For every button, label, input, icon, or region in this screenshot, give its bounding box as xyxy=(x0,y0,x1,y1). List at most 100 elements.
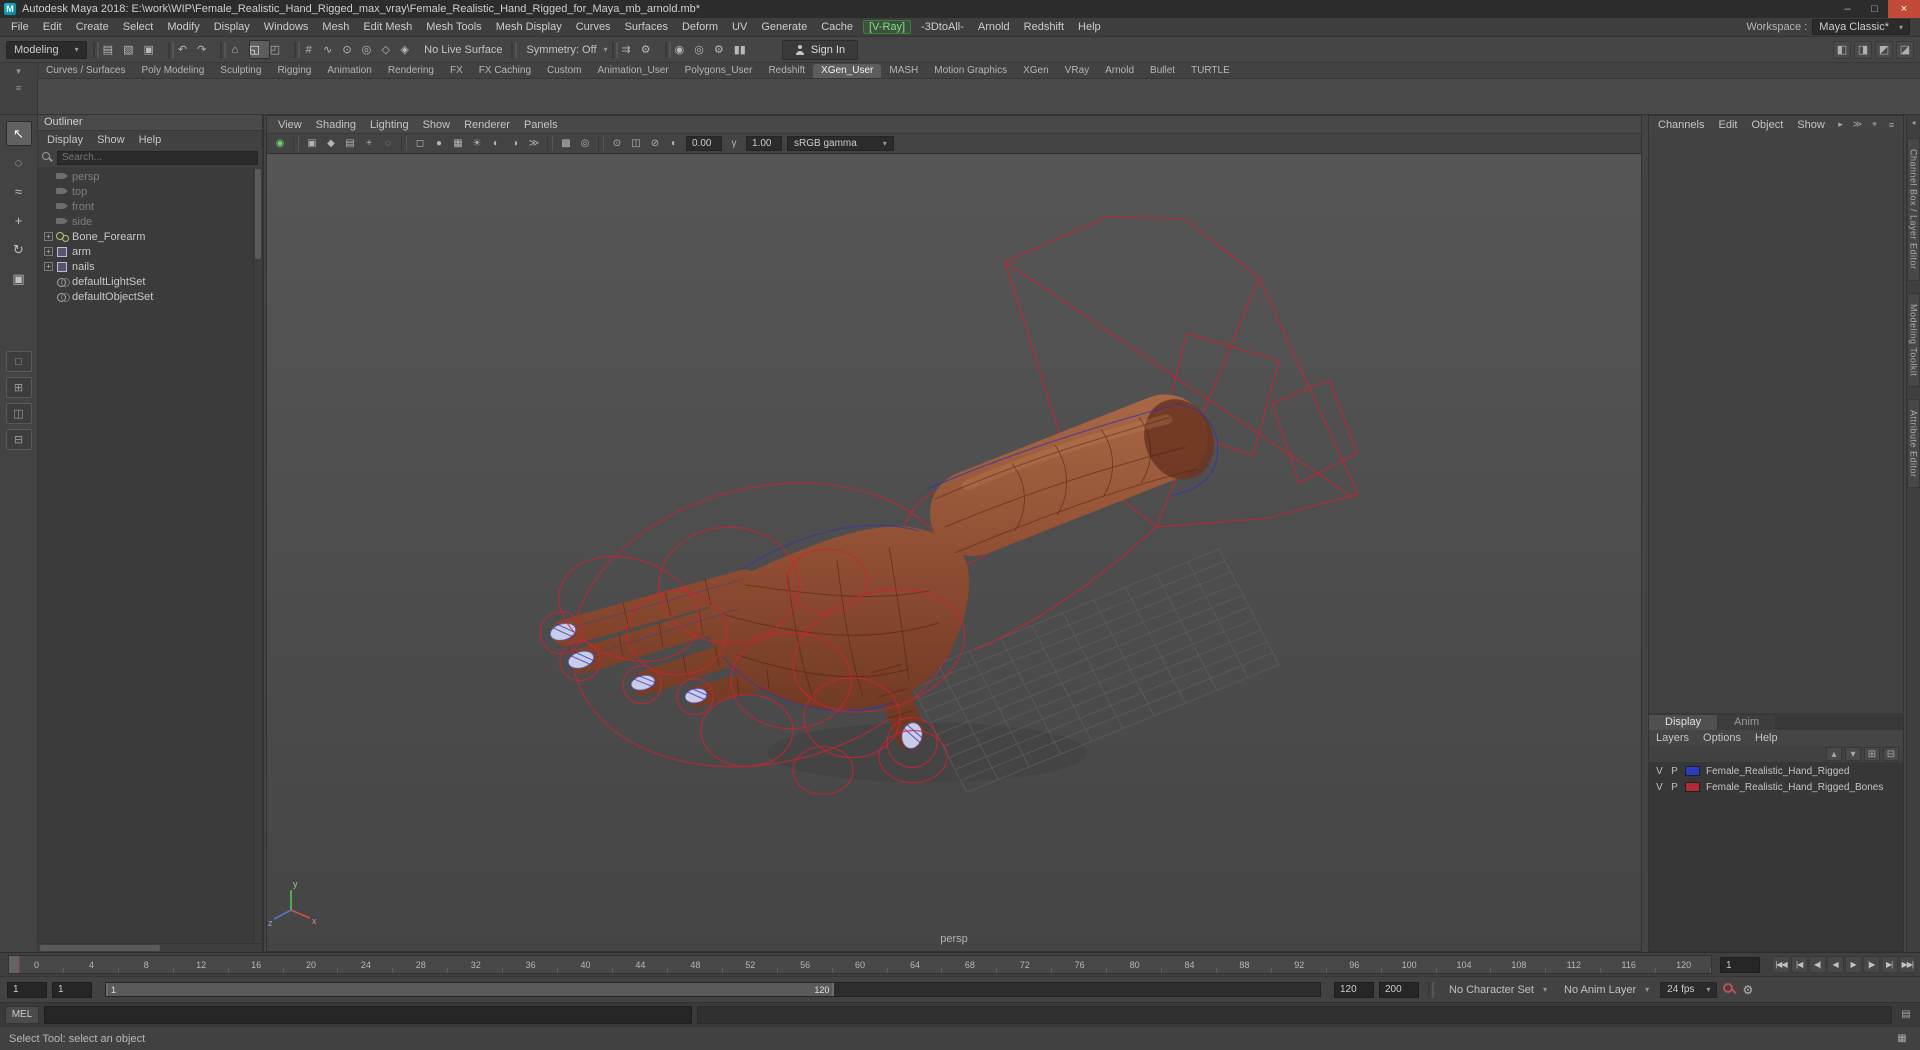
layout-persp-outliner[interactable]: ◫ xyxy=(5,403,32,424)
shelf-tab-mash[interactable]: MASH xyxy=(881,64,926,78)
select-component-icon[interactable]: ◰▾ xyxy=(270,40,290,59)
close-button[interactable]: × xyxy=(1888,0,1920,18)
auto-keyframe-icon[interactable] xyxy=(1722,982,1737,997)
menu-uv[interactable]: UV xyxy=(725,20,754,34)
viewport-menu-item[interactable]: View xyxy=(271,119,309,131)
display-layer-row[interactable]: V P Female_Realistic_Hand_Rigged_Bones xyxy=(1649,779,1903,795)
toggle-attribute-editor-icon[interactable]: ◧ xyxy=(1833,40,1851,59)
joints-xray-icon[interactable]: ⊘ xyxy=(646,135,664,152)
frame-tick[interactable]: 100 xyxy=(1382,956,1437,973)
toggle-tool-settings-icon[interactable]: ◨ xyxy=(1854,40,1872,59)
menu-3dtoall[interactable]: -3DtoAll- xyxy=(914,20,971,34)
depth-of-field-icon[interactable]: ◎ xyxy=(576,135,594,152)
outliner-item-arm[interactable]: + arm xyxy=(38,244,253,259)
sidebar-vertical-tab[interactable]: Channel Box / Layer Editor xyxy=(1907,138,1920,281)
viewport-menu-item[interactable]: Panels xyxy=(517,119,565,131)
play-backwards-button[interactable]: ◀ xyxy=(1826,956,1844,973)
render-settings-icon[interactable]: ⚙▾ xyxy=(714,40,734,59)
menu-display[interactable]: Display xyxy=(207,20,257,34)
menu-surfaces[interactable]: Surfaces xyxy=(618,20,675,34)
layout-single-pane[interactable]: □ xyxy=(5,351,32,372)
menu-deform[interactable]: Deform xyxy=(675,20,725,34)
bookmarks-icon[interactable]: ◆ xyxy=(322,135,340,152)
renderer-status-icon[interactable]: ◉ xyxy=(271,135,289,152)
lasso-select-tool[interactable]: ◌ xyxy=(6,150,32,175)
step-forward-key-button[interactable]: |▶ xyxy=(1862,956,1880,973)
frame-tick[interactable]: 120 xyxy=(1656,956,1712,973)
camera-attributes-icon[interactable]: ▣ xyxy=(303,135,321,152)
outliner-item-nails[interactable]: + nails xyxy=(38,259,253,274)
frame-tick[interactable]: 88 xyxy=(1217,956,1272,973)
outliner-item-bone-forearm[interactable]: + Bone_Forearm xyxy=(38,229,253,244)
menu-cache[interactable]: Cache xyxy=(814,20,860,34)
shelf-tab-options-icon[interactable]: ▾ xyxy=(16,66,21,77)
save-scene-icon[interactable]: ▣▾ xyxy=(143,40,163,59)
viewport-menu-item[interactable]: Lighting xyxy=(363,119,416,131)
sidebar-vertical-tab[interactable]: Modeling Toolkit xyxy=(1907,292,1920,387)
frame-tick[interactable]: 76 xyxy=(1052,956,1108,973)
scrollbar-thumb[interactable] xyxy=(255,169,261,259)
minimize-button[interactable]: – xyxy=(1834,0,1861,18)
menu-redshift[interactable]: Redshift xyxy=(1017,20,1071,34)
frame-tick[interactable]: 116 xyxy=(1601,956,1657,973)
exposure-field[interactable]: 0.00 xyxy=(686,136,722,151)
input-connections-icon[interactable]: ⇉▾ xyxy=(622,40,641,59)
menu-mesh[interactable]: Mesh xyxy=(315,20,356,34)
command-result-area[interactable] xyxy=(697,1005,1892,1024)
play-forwards-button[interactable]: ▶ xyxy=(1844,956,1862,973)
time-slider-track[interactable]: 0 4 8 12 16 20 24 28 32 36 40 44 48 52 56 60 64 68 72 76 80 8… xyxy=(8,955,1712,974)
step-back-frame-button[interactable]: |◀ xyxy=(1790,956,1808,973)
expand-icon[interactable]: + xyxy=(44,247,53,256)
toggle-channel-box-icon[interactable]: ◩ xyxy=(1875,40,1893,59)
layer-playback-toggle[interactable]: P xyxy=(1667,782,1682,793)
sidebar-vertical-tab[interactable]: Attribute Editor xyxy=(1907,398,1920,489)
character-set-dropdown[interactable]: No Character Set ▾ xyxy=(1443,984,1553,996)
outliner-item-top[interactable]: + top xyxy=(38,184,253,199)
frame-tick[interactable]: 40 xyxy=(558,956,613,973)
step-forward-frame-button[interactable]: ▶| xyxy=(1880,956,1898,973)
menu-edit-mesh[interactable]: Edit Mesh xyxy=(356,20,419,34)
frame-tick[interactable]: 16 xyxy=(229,956,284,973)
shelf-tab-vray[interactable]: VRay xyxy=(1057,64,1097,78)
frame-tick[interactable]: 8 xyxy=(119,956,174,973)
channel-speed-slow-icon[interactable]: ▸ xyxy=(1833,118,1848,132)
channel-box-menu-item[interactable]: Object xyxy=(1744,119,1790,131)
frame-tick[interactable]: 72 xyxy=(997,956,1053,973)
layer-color-swatch[interactable] xyxy=(1685,782,1700,792)
select-tool[interactable]: ↖ xyxy=(5,121,32,146)
render-current-frame-icon[interactable]: ◉▾ xyxy=(675,40,695,59)
menu-create[interactable]: Create xyxy=(69,20,116,34)
shelf-tab-bullet[interactable]: Bullet xyxy=(1142,64,1183,78)
display-layer-row[interactable]: V P Female_Realistic_Hand_Rigged xyxy=(1649,763,1903,779)
new-scene-icon[interactable]: ▤▾ xyxy=(103,40,123,59)
layout-two-pane[interactable]: ⊟ xyxy=(5,429,32,450)
select-object-icon[interactable]: ◱▾ xyxy=(249,40,270,59)
pause-evaluation-icon[interactable]: ▮▮▾ xyxy=(734,40,756,59)
shelf-tab-fx[interactable]: FX xyxy=(442,64,471,78)
frame-tick[interactable]: 64 xyxy=(888,956,943,973)
motion-blur-icon[interactable]: ≫ xyxy=(525,135,543,152)
outliner-horizontal-scrollbar[interactable] xyxy=(38,943,262,952)
ipr-render-icon[interactable]: ◎▾ xyxy=(694,40,714,59)
channel-box-menu-icon[interactable]: ≡ xyxy=(1884,118,1899,132)
snap-to-projected-center-icon[interactable]: ◎▾ xyxy=(362,40,382,59)
playback-start-field[interactable]: 1 xyxy=(52,981,92,998)
multisample-icon[interactable]: ▩ xyxy=(557,135,575,152)
tab-anim[interactable]: Anim xyxy=(1718,715,1776,730)
animation-preferences-icon[interactable]: ⚙ xyxy=(1742,983,1753,997)
shelf-tab-redshift[interactable]: Redshift xyxy=(760,64,813,78)
scrollbar-thumb[interactable] xyxy=(40,945,160,951)
viewport-menu-item[interactable]: Show xyxy=(416,119,458,131)
move-tool[interactable]: + xyxy=(6,208,32,233)
workspace-selector[interactable]: Workspace : Maya Classic* ▾ xyxy=(1746,19,1916,35)
command-language-button[interactable]: MEL xyxy=(5,1005,39,1024)
shelf-tab-motion-graphics[interactable]: Motion Graphics xyxy=(926,64,1015,78)
frame-tick[interactable]: 20 xyxy=(284,956,339,973)
sidebar-collapse-icon[interactable]: ◂ xyxy=(1911,118,1915,128)
isolate-select-icon[interactable]: ⊙ xyxy=(608,135,626,152)
menu-generate[interactable]: Generate xyxy=(754,20,814,34)
frame-tick[interactable]: 60 xyxy=(833,956,888,973)
gamma-field[interactable]: 1.00 xyxy=(746,136,782,151)
go-to-end-button[interactable]: ▶▶| xyxy=(1898,956,1916,973)
menu-vray[interactable]: [V-Ray] xyxy=(863,20,912,34)
